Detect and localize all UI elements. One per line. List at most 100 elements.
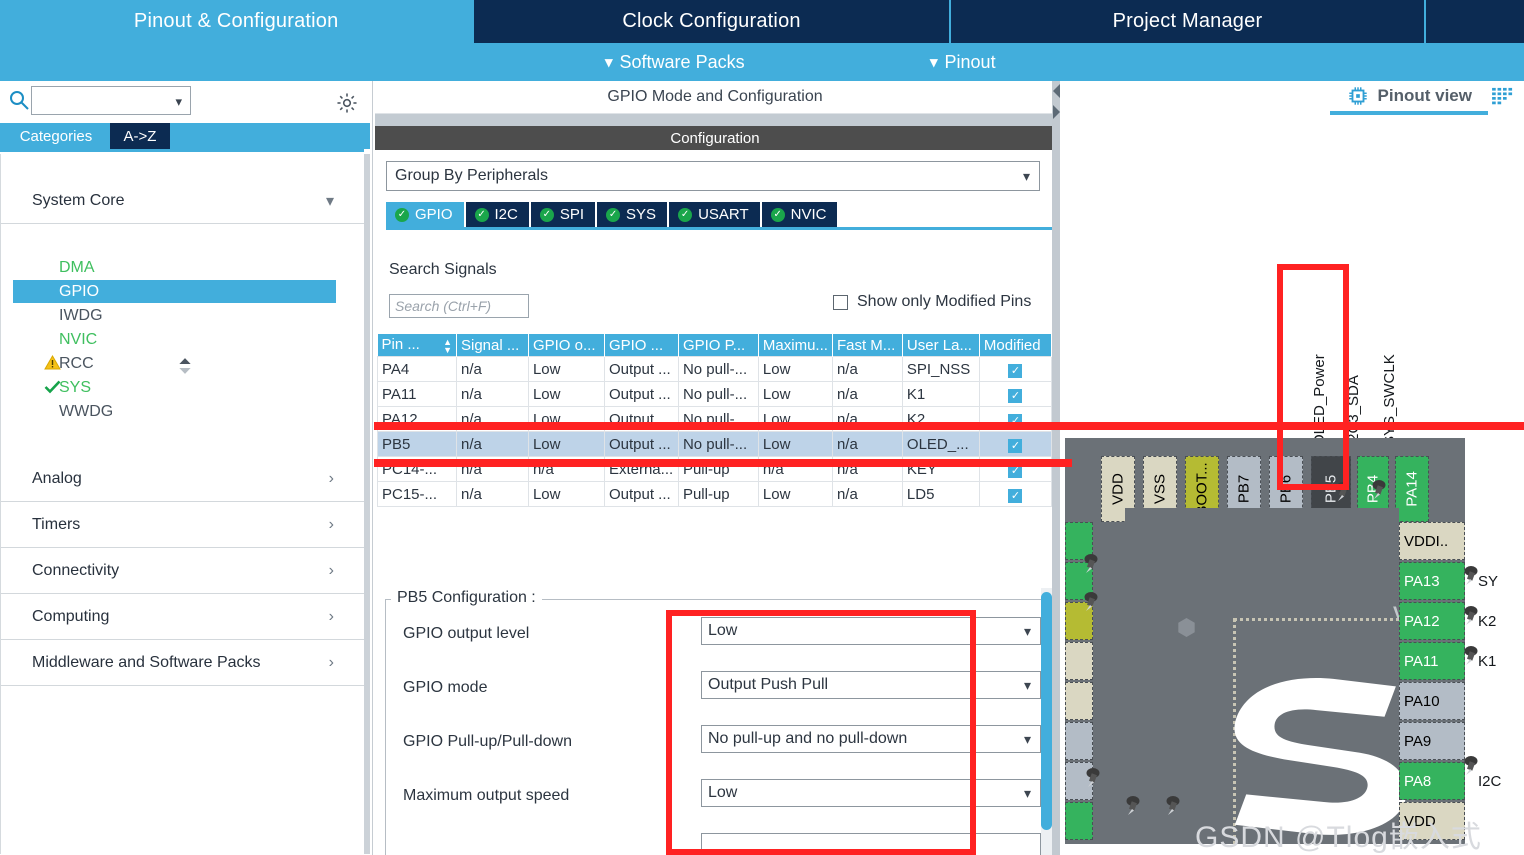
warning-icon bbox=[43, 354, 61, 373]
pin-label: PA9 bbox=[1404, 732, 1432, 750]
chip-pin-pa10[interactable]: PA10 bbox=[1399, 682, 1465, 720]
column-pin[interactable]: Pin ... ▲ ▼ bbox=[377, 334, 457, 357]
column-fast-mode[interactable]: Fast M... bbox=[832, 334, 903, 357]
cell-fast: n/a bbox=[831, 381, 903, 407]
tab-overflow[interactable] bbox=[1426, 0, 1524, 43]
chevron-right-icon: › bbox=[328, 515, 334, 533]
column-maximum-speed[interactable]: Maximu... bbox=[758, 334, 833, 357]
search-signals-input[interactable]: Search (Ctrl+F) bbox=[389, 294, 529, 318]
pin-label: PA8 bbox=[1404, 772, 1432, 790]
sidebar-item-wwdg[interactable]: WWDG bbox=[13, 400, 336, 423]
tab-label: Pinout & Configuration bbox=[133, 10, 339, 32]
group-connectivity[interactable]: Connectivity › bbox=[1, 548, 364, 594]
column-gpio-pull[interactable]: GPIO P... bbox=[678, 334, 759, 357]
group-label: System Core bbox=[32, 191, 125, 209]
annotation-box-pb5-pin bbox=[1277, 264, 1349, 490]
tab-label: NVIC bbox=[790, 206, 827, 223]
search-input[interactable]: ▾ bbox=[31, 86, 191, 115]
table-row[interactable]: PC15-... n/a Low Output ... Pull-up Low … bbox=[377, 481, 1053, 507]
panel-title-spacer bbox=[375, 114, 1055, 126]
tab-usart[interactable]: ✓ USART bbox=[669, 202, 760, 227]
sort-indicator-icon: ▲ ▼ bbox=[443, 337, 452, 355]
tab-spi[interactable]: ✓ SPI bbox=[530, 202, 596, 227]
pinout-view-tab[interactable]: Pinout view bbox=[1347, 85, 1472, 107]
chevron-down-icon: ▾ bbox=[1023, 677, 1031, 693]
column-gpio-output-level[interactable]: GPIO o... bbox=[528, 334, 605, 357]
chip-pin-pa13[interactable]: PA13 bbox=[1399, 562, 1465, 600]
cell-modified[interactable]: ✓ bbox=[978, 481, 1053, 507]
group-by-select[interactable]: Group By Peripherals ▾ bbox=[386, 161, 1040, 191]
tab-project-manager[interactable]: Project Manager bbox=[950, 0, 1425, 43]
configuration-header-label: Configuration bbox=[670, 129, 760, 147]
chip-pin-left-5[interactable] bbox=[1065, 682, 1093, 720]
collapse-right-icon[interactable] bbox=[1053, 105, 1060, 119]
group-middleware-software-packs[interactable]: Middleware and Software Packs › bbox=[1, 640, 364, 686]
column-modified[interactable]: Modified bbox=[979, 334, 1053, 357]
tab-gpio[interactable]: ✓ GPIO bbox=[386, 202, 464, 227]
table-row[interactable]: PB5 n/a Low Output ... No pull-... Low n… bbox=[377, 431, 1053, 457]
field-label: GPIO mode bbox=[403, 679, 488, 696]
tab-nvic[interactable]: ✓ NVIC bbox=[761, 202, 838, 227]
chip-pin-pa8[interactable]: PA8 bbox=[1399, 762, 1465, 800]
sidebar-scrollbar[interactable] bbox=[364, 154, 370, 854]
sidebar-item-nvic[interactable]: NVIC bbox=[13, 328, 336, 351]
group-timers[interactable]: Timers › bbox=[1, 502, 364, 548]
cell-pull: Pull-up bbox=[677, 481, 759, 507]
tab-clock-configuration[interactable]: Clock Configuration bbox=[474, 0, 949, 43]
panel-title: GPIO Mode and Configuration bbox=[375, 81, 1055, 114]
column-user-label[interactable]: User La... bbox=[902, 334, 980, 357]
group-computing[interactable]: Computing › bbox=[1, 594, 364, 640]
chip-pin-pa9[interactable]: PA9 bbox=[1399, 722, 1465, 760]
chevron-down-icon: ▾ bbox=[1023, 731, 1031, 747]
category-tree: System Core ▾ DMA GPIO IWDG NVIC RCC SYS… bbox=[0, 154, 364, 854]
gear-icon[interactable] bbox=[336, 92, 358, 114]
tab-pinout-configuration[interactable]: Pinout & Configuration bbox=[0, 0, 473, 43]
sidebar-item-gpio[interactable]: GPIO bbox=[13, 280, 336, 303]
cell-output: Low bbox=[527, 481, 605, 507]
chip-pin-pa11[interactable]: PA11 bbox=[1399, 642, 1465, 680]
tab-i2c[interactable]: ✓ I2C bbox=[465, 202, 529, 227]
tab-categories[interactable]: Categories bbox=[4, 123, 108, 149]
cell-fast: n/a bbox=[831, 431, 903, 457]
show-only-modified-pins-checkbox[interactable]: Show only Modified Pins bbox=[833, 293, 1031, 311]
panel-splitter[interactable] bbox=[1052, 81, 1060, 855]
chevron-down-icon: ▾ bbox=[1023, 785, 1031, 801]
tab-sys[interactable]: ✓ SYS bbox=[597, 202, 668, 227]
configuration-header: Configuration bbox=[375, 126, 1055, 150]
pin-configuration-legend: PB5 Configuration : bbox=[391, 589, 542, 607]
menu-software-packs[interactable]: ▾ Software Packs bbox=[605, 43, 745, 81]
sidebar-item-dma[interactable]: DMA bbox=[13, 256, 336, 279]
sidebar-item-sys[interactable]: SYS bbox=[13, 376, 336, 399]
chip-pin-left-6[interactable] bbox=[1065, 722, 1093, 760]
tab-label: GPIO bbox=[415, 206, 453, 223]
cell-fast: n/a bbox=[831, 356, 903, 382]
search-icon bbox=[10, 91, 29, 110]
signal-label-sys-swclk: SYS_SWCLK bbox=[1381, 354, 1398, 446]
chevron-right-icon: › bbox=[328, 469, 334, 487]
menu-pinout[interactable]: ▾ Pinout bbox=[930, 43, 996, 81]
tab-a-to-z[interactable]: A->Z bbox=[110, 123, 170, 149]
grid-icon[interactable] bbox=[1492, 87, 1514, 107]
config-scrollbar-thumb[interactable] bbox=[1041, 592, 1052, 830]
check-circle-icon: ✓ bbox=[770, 207, 785, 222]
menu-label: Pinout bbox=[944, 51, 996, 72]
column-signal[interactable]: Signal ... bbox=[456, 334, 529, 357]
chip-pin-left-8[interactable] bbox=[1065, 802, 1093, 840]
collapse-left-icon[interactable] bbox=[1053, 84, 1060, 98]
group-analog[interactable]: Analog › bbox=[1, 456, 364, 502]
chip-pin-left-4[interactable] bbox=[1065, 642, 1093, 680]
chip-pin-vddio[interactable]: VDDI.. bbox=[1399, 522, 1465, 560]
cell-modified[interactable]: ✓ bbox=[978, 381, 1053, 407]
column-gpio-mode[interactable]: GPIO ... bbox=[604, 334, 679, 357]
table-body: PA4 n/a Low Output ... No pull-... Low n… bbox=[377, 356, 1053, 507]
group-system-core[interactable]: System Core ▾ bbox=[1, 178, 364, 224]
sidebar-item-rcc[interactable]: RCC bbox=[13, 352, 336, 375]
cell-modified[interactable]: ✓ bbox=[978, 356, 1053, 382]
chip-pin-pa14[interactable]: PA14 bbox=[1395, 456, 1429, 522]
table-row[interactable]: PA11 n/a Low Output ... No pull-... Low … bbox=[377, 381, 1053, 407]
sidebar-item-iwdg[interactable]: IWDG bbox=[13, 304, 336, 327]
tab-label: SYS bbox=[626, 206, 657, 223]
cell-modified[interactable]: ✓ bbox=[978, 431, 1053, 457]
table-row[interactable]: PA4 n/a Low Output ... No pull-... Low n… bbox=[377, 356, 1053, 382]
chip-pin-pa12[interactable]: PA12 bbox=[1399, 602, 1465, 640]
